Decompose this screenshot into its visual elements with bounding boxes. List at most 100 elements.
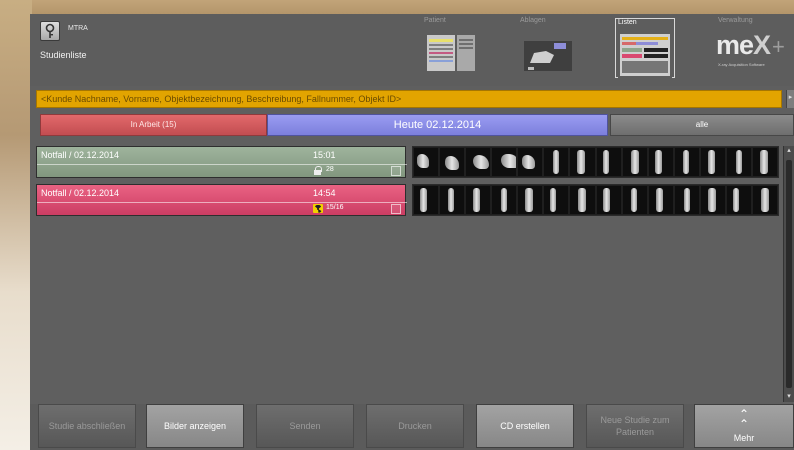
checkbox-icon[interactable]: [391, 166, 401, 176]
mex-logo: meX + X-ray Acquisition Software: [716, 30, 794, 74]
xray-bone-shape: [525, 188, 534, 212]
bottom-toolbar: Studie abschließen Bilder anzeigen Sende…: [30, 404, 794, 450]
xray-thumbnail[interactable]: [753, 148, 778, 176]
xray-bone-shape: [553, 150, 560, 174]
print-button[interactable]: Drucken: [366, 404, 464, 448]
xray-bone-shape: [501, 154, 517, 168]
xray-thumbnail[interactable]: [518, 148, 543, 176]
patient-thumbnail: [424, 29, 478, 77]
logo-subtitle: X-ray Acquisition Software: [718, 62, 765, 67]
study-list: Notfall / 02.12.2014 15:01 28 Notfall / …: [36, 146, 779, 396]
app-screen: MTRA Studienliste Patient Ablagen Listen…: [30, 14, 794, 450]
study-time: 14:54: [313, 188, 336, 198]
xray-thumbnail[interactable]: [753, 186, 778, 214]
xray-thumbnail[interactable]: [492, 186, 517, 214]
chevron-up-icon: ⌃ ⌃: [738, 406, 750, 431]
search-input[interactable]: <Kunde Nachname, Vorname, Objektbezeichn…: [36, 90, 782, 108]
xray-thumbnail[interactable]: [414, 148, 439, 176]
xray-bone-shape: [761, 188, 770, 212]
xray-thumbnail[interactable]: [440, 148, 465, 176]
xray-thumbnail[interactable]: [414, 186, 439, 214]
study-title: Notfall / 02.12.2014: [41, 188, 120, 198]
xray-bone-shape: [602, 188, 610, 212]
xray-bone-shape: [655, 188, 663, 212]
xray-thumbnail[interactable]: [648, 186, 673, 214]
nav-ablagen-label: Ablagen: [520, 17, 546, 24]
more-button[interactable]: ⌃ ⌃ Mehr: [694, 404, 794, 448]
xray-bone-shape: [735, 150, 742, 174]
nav-patient-label: Patient: [424, 17, 446, 24]
xray-bone-shape: [683, 188, 690, 212]
xray-thumbnail[interactable]: [466, 148, 491, 176]
xray-bone-shape: [550, 188, 557, 212]
xray-thumbnail[interactable]: [544, 148, 569, 176]
xray-bone-shape: [578, 188, 587, 212]
xray-bone-shape: [682, 150, 689, 174]
filter-date-label: Heute 02.12.2014: [393, 119, 482, 131]
filter-date-button[interactable]: Heute 02.12.2014: [267, 114, 608, 136]
study-info[interactable]: Notfall / 02.12.2014 14:54 15/16: [36, 184, 407, 216]
filter-in-work-button[interactable]: In Arbeit (15): [40, 114, 267, 136]
study-row[interactable]: Notfall / 02.12.2014 14:54 15/16: [36, 184, 779, 216]
xray-bone-shape: [473, 155, 490, 169]
nav-patient[interactable]: Patient: [422, 17, 482, 77]
xray-bone-shape: [501, 188, 508, 212]
study-image-count: 28: [326, 166, 334, 173]
nav-ablagen[interactable]: Ablagen: [518, 17, 578, 77]
lock-icon: [313, 166, 323, 175]
xray-thumbnail[interactable]: [596, 148, 621, 176]
nav-listen-label: Listen: [618, 19, 637, 26]
create-cd-button[interactable]: CD erstellen: [476, 404, 574, 448]
xray-thumbnail[interactable]: [622, 186, 647, 214]
xray-thumbnail[interactable]: [596, 186, 621, 214]
xray-thumbnail[interactable]: [544, 186, 569, 214]
xray-bone-shape: [448, 188, 455, 212]
xray-bone-shape: [473, 188, 481, 212]
xray-thumbnail[interactable]: [726, 186, 752, 214]
xray-thumbnail[interactable]: [440, 186, 465, 214]
study-title: Notfall / 02.12.2014: [41, 150, 120, 160]
nav-listen[interactable]: Listen: [615, 18, 675, 79]
xray-bone-shape: [654, 150, 662, 174]
xray-thumbnail[interactable]: [518, 186, 543, 214]
xray-bone-shape: [602, 150, 609, 174]
xray-bone-shape: [760, 150, 769, 174]
page-title: Studienliste: [40, 50, 87, 60]
scroll-up-icon[interactable]: ▴: [784, 146, 794, 156]
xray-thumbnail[interactable]: [700, 186, 725, 214]
listen-thumbnail: [618, 31, 672, 79]
scroll-thumb[interactable]: [786, 160, 792, 388]
send-button[interactable]: Senden: [256, 404, 354, 448]
new-study-button[interactable]: Neue Studie zum Patienten: [586, 404, 684, 448]
xray-thumbnail[interactable]: [466, 186, 491, 214]
xray-thumbnail[interactable]: [726, 148, 752, 176]
xray-thumbnail[interactable]: [700, 148, 725, 176]
show-images-button[interactable]: Bilder anzeigen: [146, 404, 244, 448]
study-thumbnails[interactable]: [412, 146, 779, 178]
xray-bone-shape: [732, 188, 739, 212]
xray-thumbnail[interactable]: [622, 148, 647, 176]
ablagen-thumbnail: [520, 29, 574, 77]
xray-bone-shape: [630, 188, 637, 212]
filter-all-button[interactable]: alle: [610, 114, 794, 136]
study-thumbnails[interactable]: [412, 184, 779, 216]
background-left: [0, 0, 32, 450]
xray-thumbnail[interactable]: [570, 186, 595, 214]
xray-thumbnail[interactable]: [492, 148, 517, 176]
xray-bone-shape: [522, 155, 536, 169]
xray-thumbnail[interactable]: [674, 186, 699, 214]
xray-thumbnail[interactable]: [674, 148, 699, 176]
xray-thumbnail[interactable]: [570, 148, 595, 176]
xray-bone-shape: [707, 150, 715, 174]
close-study-button[interactable]: Studie abschließen: [38, 404, 136, 448]
scroll-down-icon[interactable]: ▾: [784, 392, 794, 402]
checkbox-icon[interactable]: [391, 204, 401, 214]
user-role: MTRA: [68, 25, 88, 32]
key-icon[interactable]: [40, 21, 60, 41]
list-scrollbar[interactable]: ▴ ▾: [783, 146, 794, 402]
xray-thumbnail[interactable]: [648, 148, 673, 176]
study-row[interactable]: Notfall / 02.12.2014 15:01 28: [36, 146, 779, 178]
study-info[interactable]: Notfall / 02.12.2014 15:01 28: [36, 146, 407, 178]
study-time: 15:01: [313, 150, 336, 160]
search-side-button[interactable]: ▸: [786, 90, 794, 108]
